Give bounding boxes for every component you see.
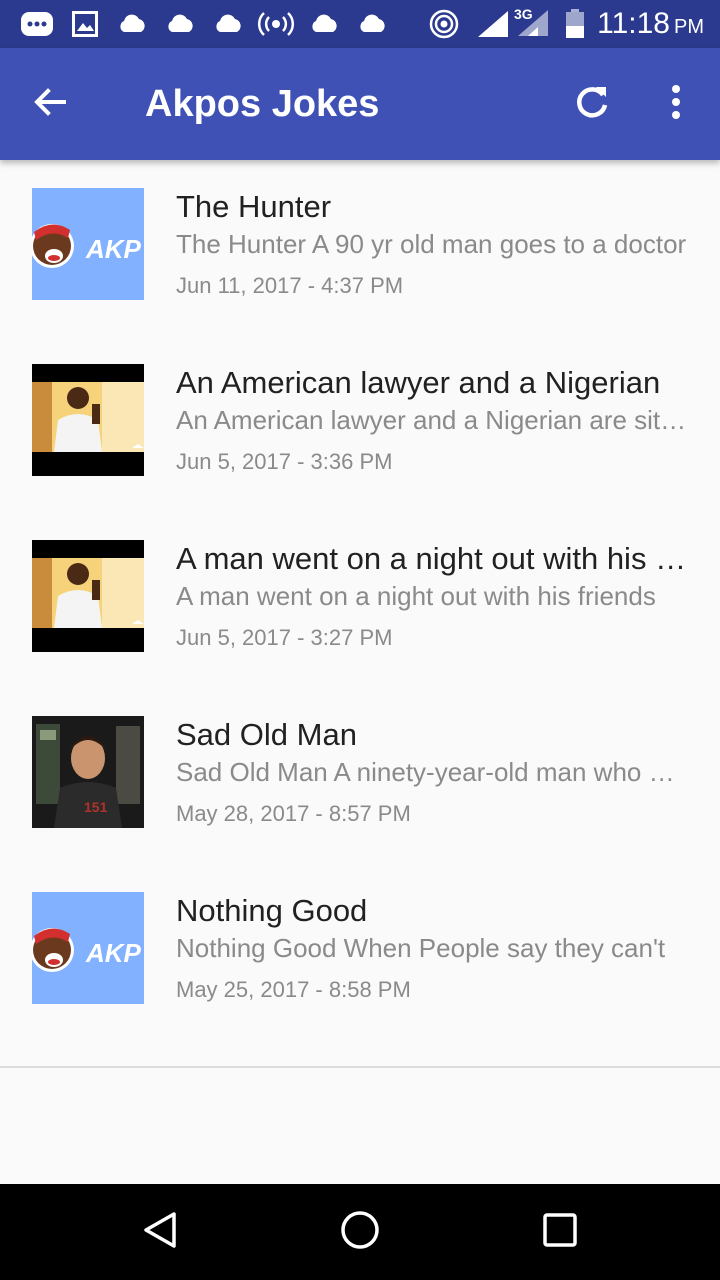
- video-still-thumbnail: [32, 364, 144, 476]
- joke-snippet: The Hunter A 90 yr old man goes to a doc…: [176, 229, 687, 259]
- akpos-logo-thumbnail: AKP: [32, 892, 144, 1004]
- messenger-icon: [20, 10, 54, 38]
- cloud-icon: [356, 10, 388, 38]
- joke-snippet: Sad Old Man A ninety-year-old man who wa…: [176, 757, 690, 787]
- network-type-label: 3G: [514, 6, 533, 22]
- video-still-thumbnail: [32, 540, 144, 652]
- list-item[interactable]: An American lawyer and a Nigerian An Ame…: [0, 336, 720, 512]
- cloud-icon: [116, 10, 148, 38]
- cloud-icon: [164, 10, 196, 38]
- cloud-icon: [308, 10, 340, 38]
- refresh-icon: [573, 83, 611, 126]
- cloud-icon: [212, 10, 244, 38]
- joke-title: An American lawyer and a Nigerian: [176, 365, 661, 400]
- joke-snippet: A man went on a night out with his frien…: [176, 581, 656, 611]
- joke-title: Nothing Good: [176, 893, 368, 928]
- nav-home-button[interactable]: [328, 1204, 392, 1260]
- list-item[interactable]: AKP Nothing Good Nothing Good When Peopl…: [0, 864, 720, 1040]
- joke-date: Jun 5, 2017 - 3:27 PM: [176, 625, 393, 650]
- system-nav-bar: [0, 1184, 720, 1280]
- list-item[interactable]: 151 Sad Old Man Sad Old Man A ninety-yea…: [0, 688, 720, 864]
- svg-text:AKP: AKP: [85, 234, 142, 264]
- man-photo-thumbnail: 151: [32, 716, 144, 828]
- joke-title: Sad Old Man: [176, 717, 357, 752]
- battery-icon: [564, 9, 586, 38]
- svg-text:151: 151: [84, 799, 108, 815]
- status-bar: 3G 11:18 PM: [0, 0, 720, 48]
- list-item[interactable]: AKP The Hunter The Hunter A 90 yr old ma…: [0, 160, 720, 336]
- list-item[interactable]: A man went on a night out with his frien…: [0, 512, 720, 688]
- list-divider: [0, 1066, 720, 1068]
- gallery-icon: [72, 10, 98, 38]
- joke-title: The Hunter: [176, 189, 332, 224]
- broadcast-icon: [258, 10, 294, 38]
- joke-snippet: An American lawyer and a Nigerian are si…: [176, 405, 690, 435]
- joke-date: Jun 11, 2017 - 4:37 PM: [176, 273, 404, 298]
- nav-recents-icon: [541, 1211, 579, 1254]
- clock: 11:18 PM: [597, 6, 704, 45]
- back-button[interactable]: [22, 76, 78, 132]
- clock-ampm: PM: [674, 16, 704, 38]
- akpos-logo-thumbnail: AKP: [32, 188, 144, 300]
- joke-date: May 25, 2017 - 8:58 PM: [176, 977, 411, 1002]
- joke-date: May 28, 2017 - 8:57 PM: [176, 801, 411, 826]
- arrow-back-icon: [32, 84, 68, 125]
- clock-time: 11:18: [597, 7, 670, 40]
- nav-back-button[interactable]: [128, 1204, 192, 1260]
- more-vert-icon: [670, 84, 682, 125]
- joke-title: A man went on a night out with his frien…: [176, 541, 690, 576]
- joke-list: AKP The Hunter The Hunter A 90 yr old ma…: [0, 160, 720, 1040]
- refresh-button[interactable]: [562, 76, 622, 132]
- nav-recents-button[interactable]: [528, 1204, 592, 1260]
- nav-home-icon: [339, 1209, 381, 1256]
- overflow-menu-button[interactable]: [650, 76, 702, 132]
- signal-icon: [476, 10, 510, 38]
- joke-snippet: Nothing Good When People say they can't: [176, 933, 666, 963]
- page-title: Akpos Jokes: [145, 83, 380, 125]
- app-bar: Akpos Jokes: [0, 48, 720, 160]
- nav-back-icon: [140, 1210, 180, 1255]
- hotspot-icon: [428, 9, 460, 39]
- svg-text:AKP: AKP: [85, 938, 142, 968]
- joke-date: Jun 5, 2017 - 3:36 PM: [176, 449, 393, 474]
